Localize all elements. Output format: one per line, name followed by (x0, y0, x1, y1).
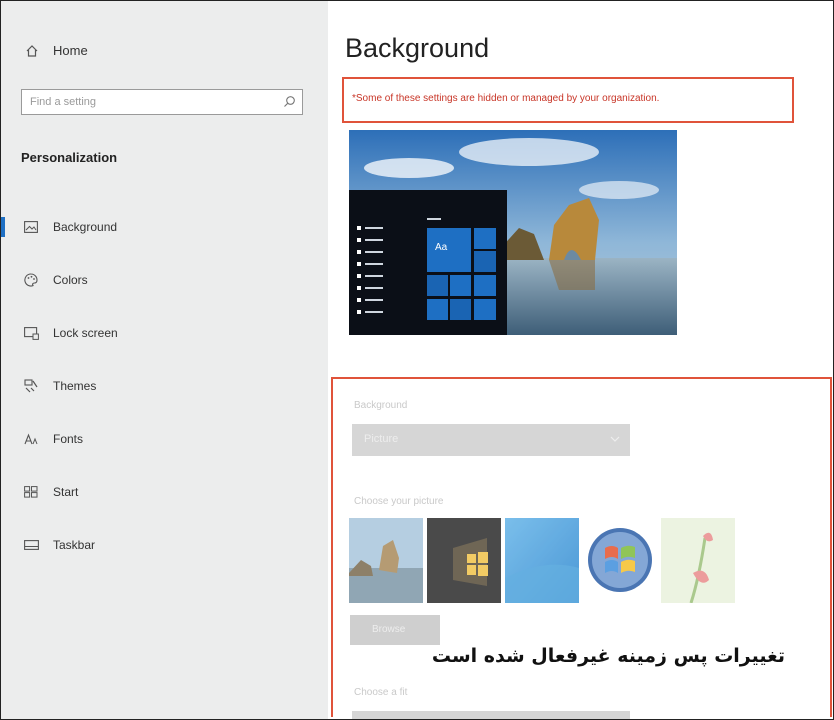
browse-label: Browse (372, 624, 406, 635)
disabled-settings-highlight: Background Picture Choose your picture B… (331, 377, 832, 719)
preview-tile-text: Aa (435, 242, 448, 253)
font-icon (23, 431, 39, 447)
sidebar-item-label: Background (53, 220, 118, 234)
main-panel: Background *Some of these settings are h… (328, 1, 833, 719)
settings-window: Home Personalization Background Colors L… (0, 0, 834, 720)
sidebar-item-background[interactable]: Background (1, 207, 328, 247)
sidebar-item-start[interactable]: Start (1, 472, 328, 512)
brush-icon (23, 378, 39, 394)
sidebar: Home Personalization Background Colors L… (1, 1, 328, 719)
browse-button[interactable]: Browse (350, 615, 440, 645)
sidebar-item-taskbar[interactable]: Taskbar (1, 525, 328, 565)
sidebar-item-label: Lock screen (53, 326, 118, 340)
sidebar-item-label: Start (53, 485, 79, 499)
search-input[interactable] (28, 90, 272, 114)
managed-warning: *Some of these settings are hidden or ma… (352, 93, 660, 104)
sidebar-item-label: Colors (53, 273, 88, 287)
background-type-value: Picture (364, 433, 399, 445)
background-type-select[interactable]: Picture (352, 424, 630, 456)
section-title: Personalization (21, 150, 118, 165)
picture-thumbnails (349, 518, 735, 603)
start-icon (23, 484, 39, 500)
home-icon (26, 44, 38, 57)
sidebar-item-themes[interactable]: Themes (1, 366, 328, 406)
search-box[interactable] (21, 89, 303, 115)
picture-thumbnail-beach[interactable] (349, 518, 423, 603)
background-preview: Aa (349, 130, 677, 335)
chevron-down-icon (610, 436, 620, 442)
sidebar-item-colors[interactable]: Colors (1, 260, 328, 300)
lock-screen-icon (23, 325, 39, 341)
picture-thumbnail-windows-light[interactable] (427, 518, 501, 603)
picture-thumbnail-flower[interactable] (661, 518, 735, 603)
page-title: Background (345, 33, 490, 63)
sidebar-item-label: Fonts (53, 432, 84, 446)
preview-image: Aa (349, 130, 677, 335)
home-label: Home (53, 43, 88, 58)
sidebar-item-lock-screen[interactable]: Lock screen (1, 313, 328, 353)
choose-fit-label: Choose a fit (354, 687, 408, 698)
palette-icon (23, 272, 39, 288)
background-label: Background (354, 400, 408, 411)
sidebar-item-fonts[interactable]: Fonts (1, 419, 328, 459)
choose-fit-select[interactable] (352, 711, 630, 719)
sidebar-item-label: Taskbar (53, 538, 96, 552)
home-link[interactable]: Home (25, 43, 88, 58)
persian-caption: تغییرات پس زمینه غیرفعال شده است (431, 645, 785, 667)
image-icon (23, 219, 39, 235)
picture-thumbnail-blue[interactable] (505, 518, 579, 603)
choose-picture-label: Choose your picture (354, 496, 444, 507)
picture-thumbnail-windows7-logo[interactable] (583, 518, 657, 603)
sidebar-item-label: Themes (53, 379, 97, 393)
warning-highlight: *Some of these settings are hidden or ma… (342, 77, 794, 123)
search-icon[interactable] (283, 95, 296, 108)
taskbar-icon (23, 537, 39, 553)
